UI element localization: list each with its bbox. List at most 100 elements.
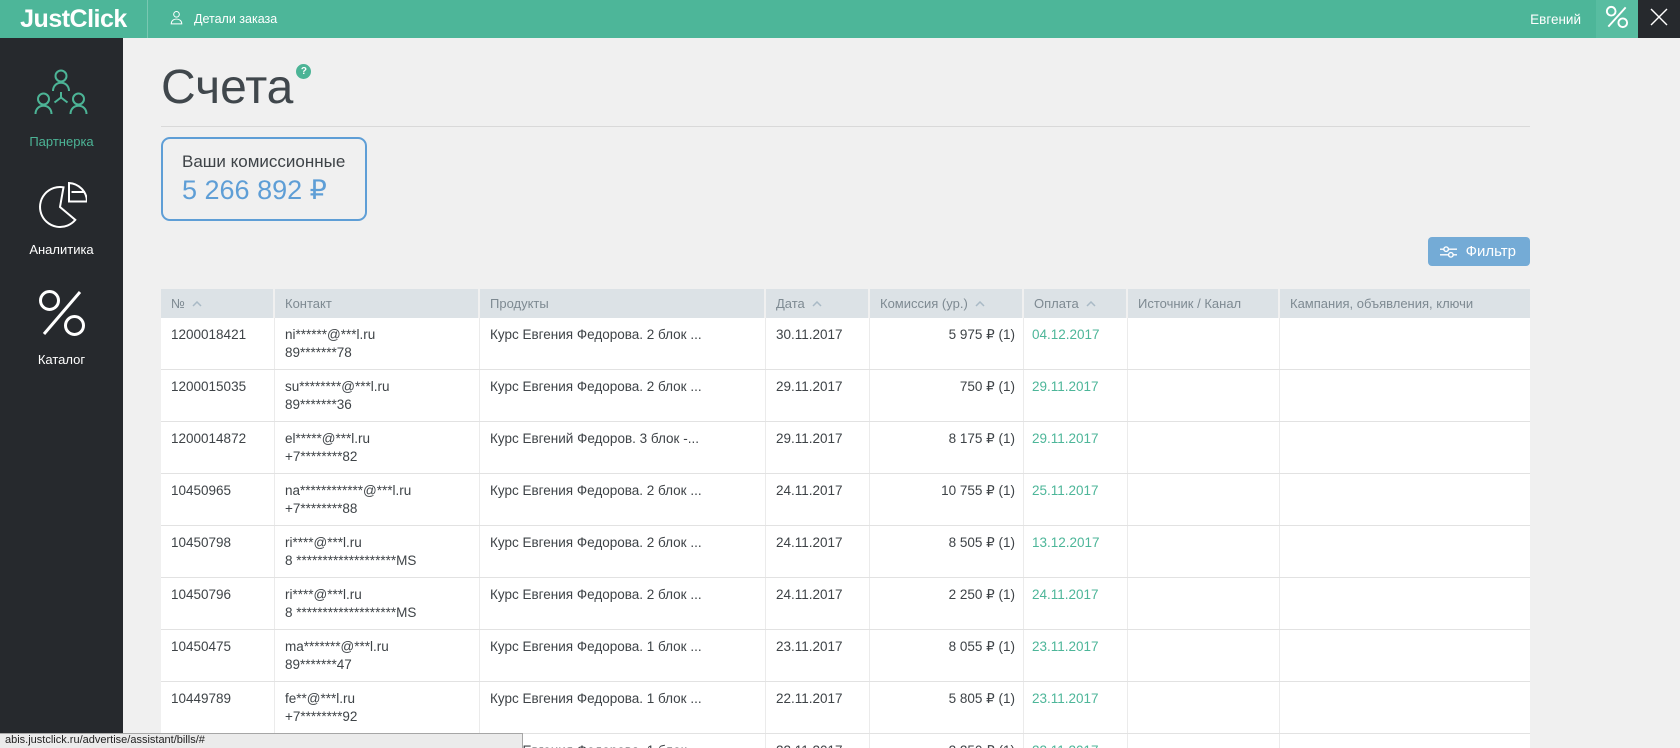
contact-email: ni******@***l.ru [285,326,469,344]
percent-icon [1604,4,1630,35]
cell-campaign [1280,474,1530,525]
column-header-label: Кампания, объявления, ключи [1290,296,1473,311]
column-header[interactable]: № [161,289,275,318]
contact-phone: 8 *******************MS [285,552,469,570]
cell-commission: 5 975 ₽ (1) [870,318,1024,369]
contact-phone: 89*******47 [285,656,469,674]
cell-date: 30.11.2017 [766,318,870,369]
cell-source [1128,578,1280,629]
contact-email: na************@***l.ru [285,482,469,500]
cell-source [1128,630,1280,681]
cell-commission: 2 250 ₽ (1) [870,734,1024,748]
cell-commission: 8 055 ₽ (1) [870,630,1024,681]
cell-campaign [1280,526,1530,577]
cell-source [1128,526,1280,577]
cell-product: Курс Евгения Федорова. 2 блок ... [480,474,766,525]
cell-date: 23.11.2017 [766,630,870,681]
column-header[interactable]: Дата [766,289,870,318]
contact-phone: +7********92 [285,708,469,726]
table-body: 1200018421 ni******@***l.ru89*******78 Кур… [161,318,1530,748]
close-button[interactable] [1638,0,1680,38]
cell-contact: su********@***l.ru89*******36 [275,370,480,421]
cell-commission: 5 805 ₽ (1) [870,682,1024,733]
column-header: Кампания, объявления, ключи [1280,289,1530,318]
cell-payment-date: 29.11.2017 [1024,422,1128,473]
cell-contact: ma*******@***l.ru89*******47 [275,630,480,681]
cell-contact: na************@***l.ru+7********88 [275,474,480,525]
column-header: Продукты [480,289,766,318]
cell-contact: ri****@***l.ru8 *******************MS [275,526,480,577]
table-row: 10449789fe**@***l.ru+7********92Курс Евг… [161,682,1530,734]
main-content: Счета? Ваши комиссионные 5 266 892 ₽ Фил… [123,61,1680,748]
cell-bill-number: 1200018421 [161,318,275,369]
cell-source [1128,734,1280,748]
cell-contact: fe**@***l.ru+7********92 [275,682,480,733]
contact-email: el*****@***l.ru [285,430,469,448]
sidebar-item-label: Партнерка [29,134,93,149]
cell-date: 29.11.2017 [766,370,870,421]
column-header: Источник / Канал [1128,289,1280,318]
cell-product: Курс Евгения Федорова. 2 блок ... [480,578,766,629]
cell-commission: 750 ₽ (1) [870,370,1024,421]
commission-label: Ваши комиссионные [182,152,345,172]
sort-icon [1086,301,1096,307]
column-header-label: Дата [776,296,805,311]
cell-campaign [1280,578,1530,629]
sidebar-item-analytics[interactable]: Аналитика [29,178,93,257]
title-divider [161,126,1530,127]
cell-product: Курс Евгения Федорова. 2 блок ... [480,370,766,421]
sliders-icon [1440,245,1457,259]
filter-row: Фильтр [161,237,1530,266]
cell-bill-number: 10450965 [161,474,275,525]
cell-date: 24.11.2017 [766,526,870,577]
cell-payment-date: 23.11.2017 [1024,630,1128,681]
page-title: Счета? [161,61,1530,115]
commission-box: Ваши комиссионные 5 266 892 ₽ [161,137,367,221]
cell-bill-number: 10449789 [161,682,275,733]
column-header-label: Комиссия (ур.) [880,296,968,311]
cell-campaign [1280,734,1530,748]
cell-date: 29.11.2017 [766,422,870,473]
partners-icon [32,68,90,125]
help-badge[interactable]: ? [296,64,311,79]
cell-source [1128,682,1280,733]
cell-date: 24.11.2017 [766,474,870,525]
cell-product: Курс Евгения Федорова. 2 блок ... [480,318,766,369]
filter-button[interactable]: Фильтр [1428,237,1530,266]
contact-phone: 8 *******************MS [285,604,469,622]
affiliate-percent-button[interactable] [1596,0,1638,38]
sidebar-item-partnerka[interactable]: Партнерка [29,68,93,149]
contact-phone: 89*******78 [285,344,469,362]
cell-date: 22.11.2017 [766,734,870,748]
cell-bill-number: 1200014872 [161,422,275,473]
cell-campaign [1280,422,1530,473]
cell-payment-date: 25.11.2017 [1024,474,1128,525]
cell-source [1128,370,1280,421]
table-row: 10450965na************@***l.ru+7********… [161,474,1530,526]
cell-product: Курс Евгения Федорова. 1 блок ... [480,630,766,681]
page-title-text: Счета [161,61,293,114]
contact-email: ma*******@***l.ru [285,638,469,656]
statusbar-link-preview: abis.justclick.ru/advertise/assistant/bi… [0,733,523,748]
column-header-label: Контакт [285,296,332,311]
column-header[interactable]: Комиссия (ур.) [870,289,1024,318]
user-name[interactable]: Евгений [1530,12,1581,27]
column-header-label: Источник / Канал [1138,296,1241,311]
sort-icon [812,301,822,307]
filter-button-label: Фильтр [1466,243,1516,260]
justclick-logo[interactable]: JustClick [0,5,147,34]
column-header[interactable]: Оплата [1024,289,1128,318]
topbar: JustClick Детали заказа Евгений [0,0,1680,38]
sidebar-item-catalog[interactable]: Каталог [35,286,89,367]
sort-icon [192,301,202,307]
contact-email: ri****@***l.ru [285,534,469,552]
cell-date: 24.11.2017 [766,578,870,629]
cell-commission: 8 175 ₽ (1) [870,422,1024,473]
cell-date: 22.11.2017 [766,682,870,733]
cell-product: Курс Евгения Федорова. 2 блок ... [480,526,766,577]
cell-payment-date: 23.11.2017 [1024,682,1128,733]
column-header-label: Продукты [490,296,549,311]
topbar-right: Евгений [1530,0,1680,38]
column-header: Контакт [275,289,480,318]
order-details-nav[interactable]: Детали заказа [148,9,277,29]
